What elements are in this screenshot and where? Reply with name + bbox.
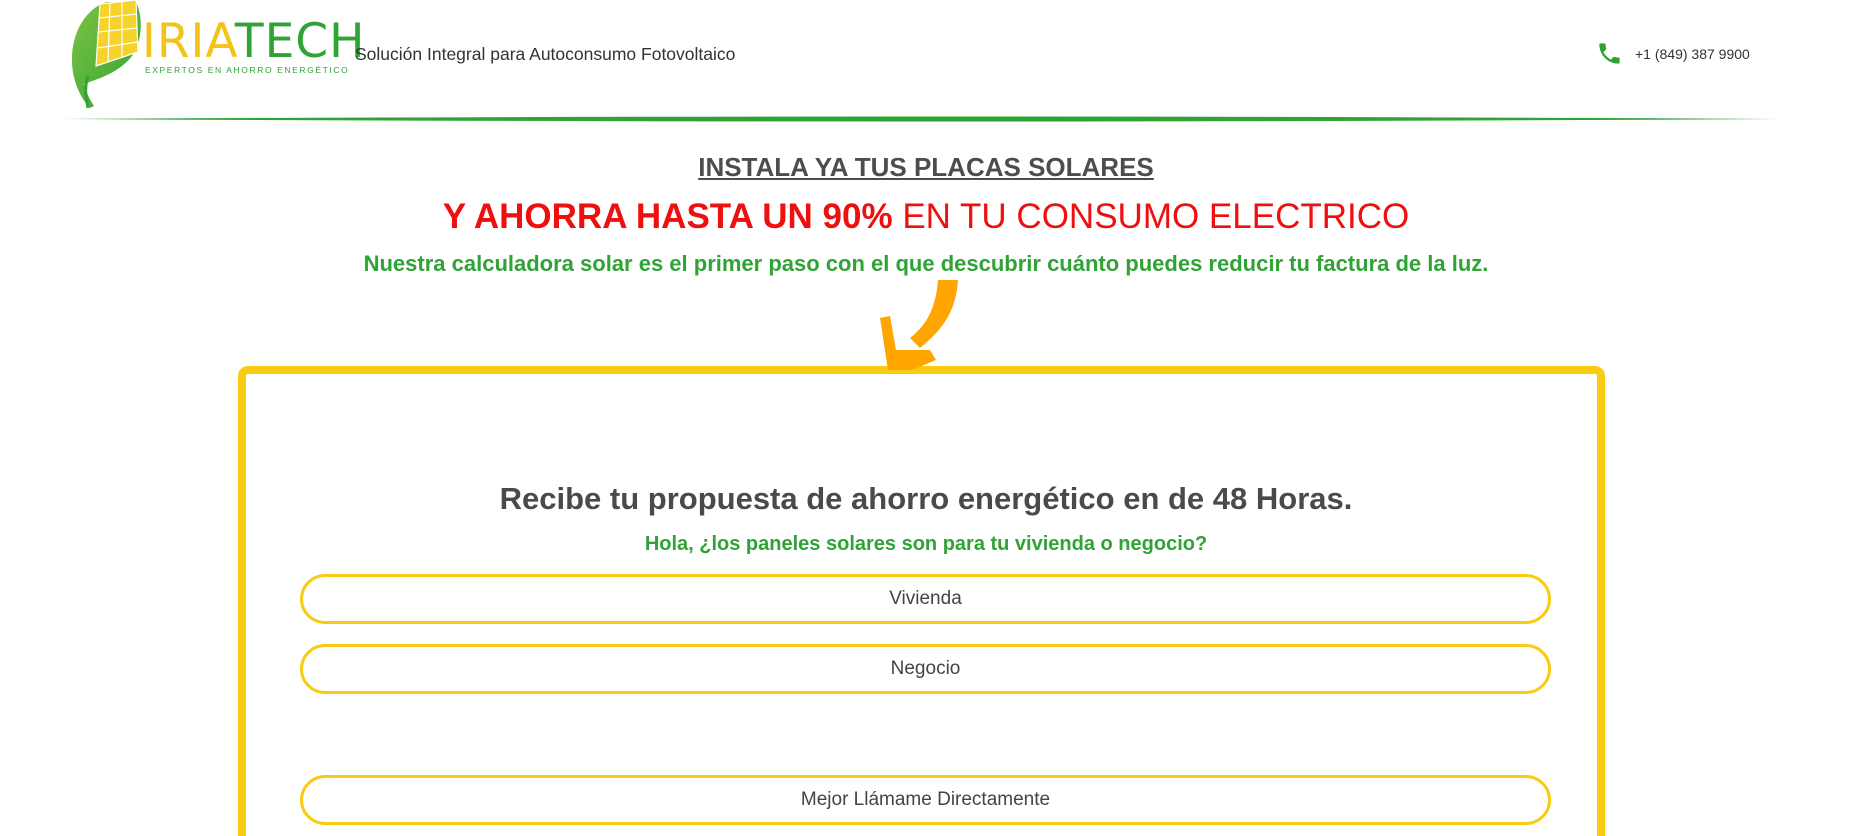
savings-heading: Y AHORRA HASTA UN 90% EN TU CONSUMO ELEC… bbox=[0, 196, 1852, 238]
option-negocio-button[interactable]: Negocio bbox=[300, 644, 1551, 694]
form-question: Hola, ¿los paneles solares son para tu v… bbox=[644, 533, 1208, 555]
header-divider bbox=[64, 116, 1785, 122]
phone-number: +1 (849) 387 9900 bbox=[1635, 45, 1750, 62]
logo-wordmark: IRIATECH bbox=[142, 16, 365, 68]
logo-subtitle: EXPERTOS EN AHORRO ENERGÉTICO bbox=[145, 65, 350, 75]
logo-word-tech: TECH bbox=[234, 14, 366, 69]
iriatech-logo[interactable]: IRIATECH EXPERTOS EN AHORRO ENERGÉTICO bbox=[66, 0, 364, 112]
calculator-intro: Nuestra calculadora solar es el primer p… bbox=[363, 251, 1489, 276]
leaf-solar-panel-icon bbox=[71, 0, 141, 109]
option-vivienda-button[interactable]: Vivienda bbox=[300, 574, 1551, 624]
savings-heading-rest: EN TU CONSUMO ELECTRICO bbox=[892, 197, 1410, 236]
curved-arrow-down-icon bbox=[880, 280, 958, 370]
phone-contact[interactable]: +1 (849) 387 9900 bbox=[1596, 40, 1750, 67]
site-tagline: Solución Integral para Autoconsumo Fotov… bbox=[355, 44, 736, 64]
logo-word-iria: IRIA bbox=[142, 14, 235, 69]
phone-icon bbox=[1599, 43, 1620, 64]
call-me-directly-button[interactable]: Mejor Llámame Directamente bbox=[300, 775, 1551, 825]
landing-page: IRIATECH EXPERTOS EN AHORRO ENERGÉTICO S… bbox=[0, 0, 1852, 836]
install-heading: INSTALA YA TUS PLACAS SOLARES bbox=[698, 152, 1154, 182]
form-title: Recibe tu propuesta de ahorro energético… bbox=[499, 481, 1353, 516]
savings-heading-bold: Y AHORRA HASTA UN 90% bbox=[442, 197, 893, 236]
